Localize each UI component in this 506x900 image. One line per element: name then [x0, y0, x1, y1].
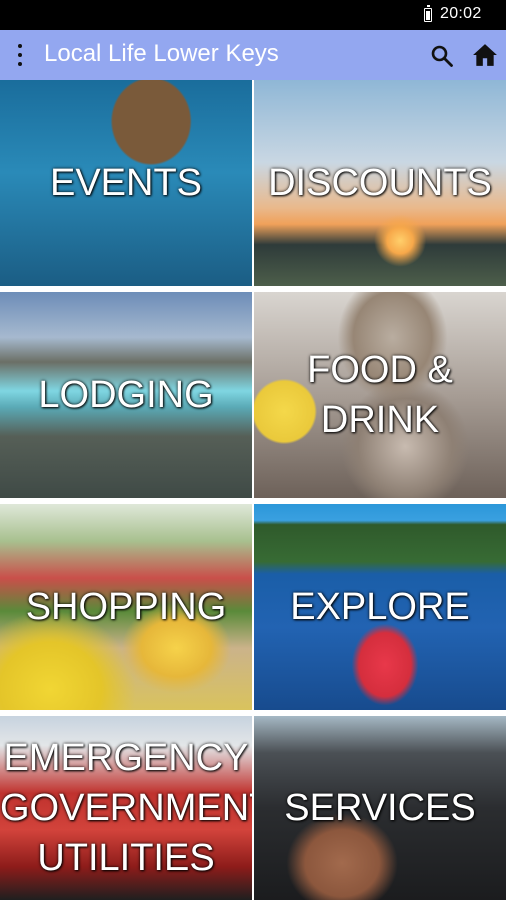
tile-emergency-government-utilities[interactable]: EMERGENCY GOVERNMENT UTILITIES [0, 716, 252, 900]
category-grid: EVENTS DISCOUNTS LODGING FOOD & DRINK SH… [0, 80, 506, 900]
tile-label: SERVICES [284, 787, 476, 829]
tile-shopping[interactable]: SHOPPING [0, 504, 252, 710]
search-icon[interactable] [430, 44, 454, 68]
tile-discounts[interactable]: DISCOUNTS [254, 80, 506, 286]
status-bar: 20:02 [0, 0, 506, 30]
tile-label: EVENTS [49, 162, 203, 204]
tile-lodging[interactable]: LODGING [0, 292, 252, 498]
tile-food-drink[interactable]: FOOD & DRINK [254, 292, 506, 498]
app-title: Local Life Lower Keys [44, 40, 279, 67]
menu-dots-icon[interactable] [8, 42, 32, 68]
app-bar: Local Life Lower Keys [0, 30, 506, 80]
tile-label: DISCOUNTS [268, 162, 492, 204]
tile-label: EMERGENCY GOVERNMENT UTILITIES [0, 737, 252, 879]
status-time: 20:02 [440, 5, 482, 22]
tile-services[interactable]: SERVICES [254, 716, 506, 900]
battery-icon [424, 5, 432, 22]
tile-label: EXPLORE [290, 586, 470, 628]
tile-explore[interactable]: EXPLORE [254, 504, 506, 710]
home-icon[interactable] [472, 42, 498, 68]
tile-events[interactable]: EVENTS [0, 80, 252, 286]
tile-label: LODGING [38, 374, 214, 416]
tile-label: FOOD & DRINK [307, 349, 453, 441]
tile-label: SHOPPING [25, 586, 227, 628]
